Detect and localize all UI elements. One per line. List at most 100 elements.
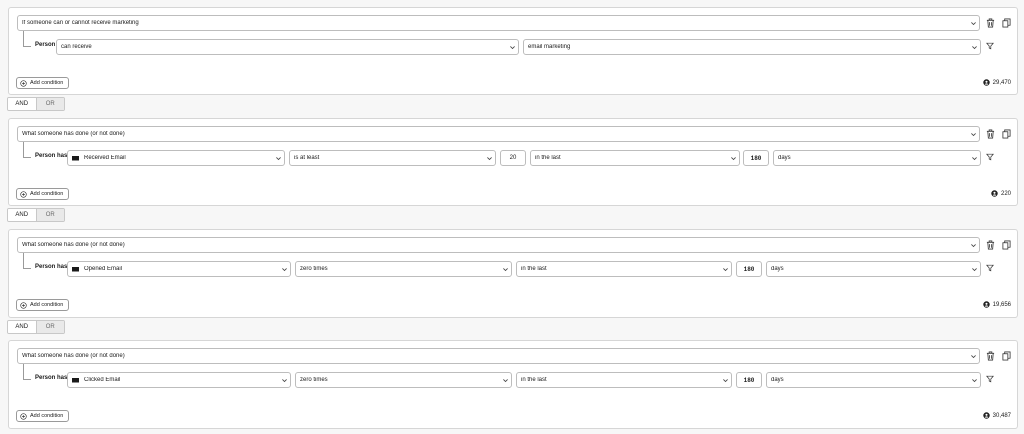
operator-select[interactable]: is at least	[289, 150, 496, 166]
plus-circle-icon	[20, 412, 27, 420]
operator-select[interactable]: zero times	[295, 372, 512, 388]
metric-select[interactable]: Received Email	[67, 150, 285, 166]
add-condition-button[interactable]: Add condition	[16, 77, 70, 89]
chevron-down-icon	[967, 238, 979, 252]
copy-icon[interactable]	[1002, 129, 1011, 139]
condition-group-4: What someone has done (or not done) Pers…	[8, 340, 1018, 429]
chevron-down-icon	[727, 151, 739, 165]
person-has-label: Person has	[35, 375, 68, 381]
logic-toggle-2: AND OR	[7, 208, 65, 222]
operator-select[interactable]: zero times	[295, 261, 512, 277]
condition-type-select[interactable]: What someone has done (or not done)	[17, 348, 980, 364]
match-count-value: 29,470	[992, 79, 1011, 86]
filter-icon[interactable]	[986, 264, 994, 272]
chevron-down-icon	[968, 262, 980, 276]
period-value: 180	[750, 154, 762, 162]
condition-type-value: What someone has done (or not done)	[22, 353, 125, 359]
add-condition-button[interactable]: Add condition	[16, 188, 70, 200]
condition-group-2: What someone has done (or not done) Pers…	[8, 118, 1018, 206]
condition-type-select[interactable]: What someone has done (or not done)	[17, 126, 980, 142]
plus-circle-icon	[20, 79, 27, 87]
operator-value: zero times	[300, 266, 328, 272]
trash-icon[interactable]	[986, 18, 995, 28]
amount-input[interactable]: 20	[500, 150, 526, 166]
person-icon	[991, 190, 998, 197]
condition-group-3: What someone has done (or not done) Pers…	[8, 229, 1018, 318]
chevron-down-icon	[968, 373, 980, 387]
filter-icon[interactable]	[986, 153, 994, 161]
add-condition-label: Add condition	[30, 413, 64, 419]
channel-select[interactable]: email marketing	[523, 39, 981, 55]
unit-select[interactable]: days	[766, 261, 981, 277]
trash-icon[interactable]	[986, 240, 995, 250]
add-condition-button[interactable]: Add condition	[16, 410, 70, 422]
mail-icon	[72, 155, 79, 161]
trash-icon[interactable]	[986, 129, 995, 139]
chevron-down-icon	[967, 349, 979, 363]
period-value: 180	[743, 376, 755, 384]
receive-status-value: can receive	[61, 44, 92, 50]
mail-icon	[72, 266, 79, 272]
period-input[interactable]: 180	[736, 372, 762, 388]
unit-value: days	[778, 155, 791, 161]
timeframe-value: in the last	[521, 266, 547, 272]
match-count-value: 30,487	[992, 412, 1011, 419]
chevron-down-icon	[499, 373, 511, 387]
period-input[interactable]: 180	[736, 261, 762, 277]
mail-icon	[72, 377, 79, 383]
person-icon	[982, 412, 990, 419]
period-input[interactable]: 180	[743, 150, 769, 166]
trash-icon[interactable]	[986, 351, 995, 361]
add-condition-button[interactable]: Add condition	[16, 299, 70, 311]
chevron-down-icon	[968, 151, 980, 165]
timeframe-select[interactable]: in the last	[516, 261, 732, 277]
or-button[interactable]: OR	[35, 209, 64, 221]
logic-toggle-3: AND OR	[7, 320, 65, 334]
condition-type-select[interactable]: If someone can or cannot receive marketi…	[17, 15, 980, 31]
match-count: 30,487	[982, 412, 1011, 419]
and-button[interactable]: AND	[8, 209, 36, 221]
and-button[interactable]: AND	[8, 321, 36, 333]
plus-circle-icon	[20, 301, 27, 309]
chevron-down-icon	[278, 373, 290, 387]
match-count: 220	[991, 190, 1011, 197]
chevron-down-icon	[719, 373, 731, 387]
chevron-down-icon	[968, 40, 980, 54]
chevron-down-icon	[967, 16, 979, 30]
person-icon	[982, 301, 990, 308]
copy-icon[interactable]	[1002, 18, 1011, 28]
condition-type-value: If someone can or cannot receive marketi…	[22, 20, 139, 26]
filter-icon[interactable]	[986, 375, 994, 383]
timeframe-select[interactable]: in the last	[516, 372, 732, 388]
chevron-down-icon	[483, 151, 495, 165]
filter-icon[interactable]	[986, 42, 994, 50]
amount-value: 20	[509, 155, 517, 161]
or-button[interactable]: OR	[35, 98, 64, 110]
condition-type-select[interactable]: What someone has done (or not done)	[17, 237, 980, 253]
match-count-value: 220	[1000, 190, 1011, 197]
channel-value: email marketing	[528, 44, 571, 50]
metric-select[interactable]: Opened Email	[67, 261, 291, 277]
unit-select[interactable]: days	[766, 372, 981, 388]
unit-select[interactable]: days	[773, 150, 981, 166]
chevron-down-icon	[499, 262, 511, 276]
timeframe-select[interactable]: in the last	[530, 150, 740, 166]
unit-value: days	[771, 266, 784, 272]
person-label: Person	[35, 42, 56, 48]
operator-value: is at least	[294, 155, 320, 161]
copy-icon[interactable]	[1002, 351, 1011, 361]
plus-circle-icon	[20, 190, 27, 198]
receive-status-select[interactable]: can receive	[56, 39, 519, 55]
chevron-down-icon	[278, 262, 290, 276]
tree-connector	[23, 364, 31, 380]
or-button[interactable]: OR	[35, 321, 64, 333]
logic-toggle-1: AND OR	[7, 97, 65, 111]
copy-icon[interactable]	[1002, 240, 1011, 250]
and-button[interactable]: AND	[8, 98, 36, 110]
add-condition-label: Add condition	[30, 191, 64, 197]
add-condition-label: Add condition	[30, 80, 64, 86]
metric-select[interactable]: Clicked Email	[67, 372, 291, 388]
match-count-value: 19,656	[992, 301, 1011, 308]
timeframe-value: in the last	[521, 377, 547, 383]
tree-connector	[23, 31, 31, 47]
